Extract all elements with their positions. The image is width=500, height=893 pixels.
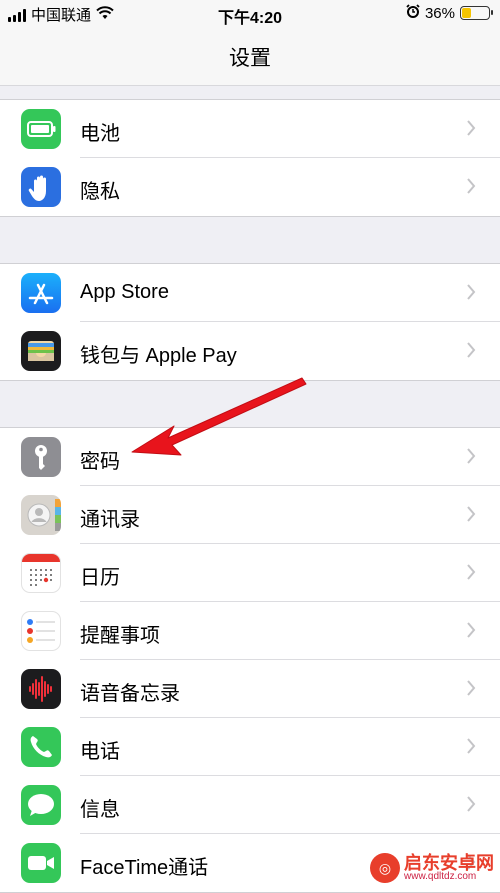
watermark-name: 启东安卓网 <box>404 853 494 873</box>
annotation-arrow-icon <box>131 377 307 456</box>
watermark-logo-icon: ◎ <box>370 853 400 883</box>
watermark-url: www.qdltdz.com <box>404 871 477 882</box>
watermark: ◎ 启东安卓网 www.qdltdz.com <box>370 853 494 883</box>
